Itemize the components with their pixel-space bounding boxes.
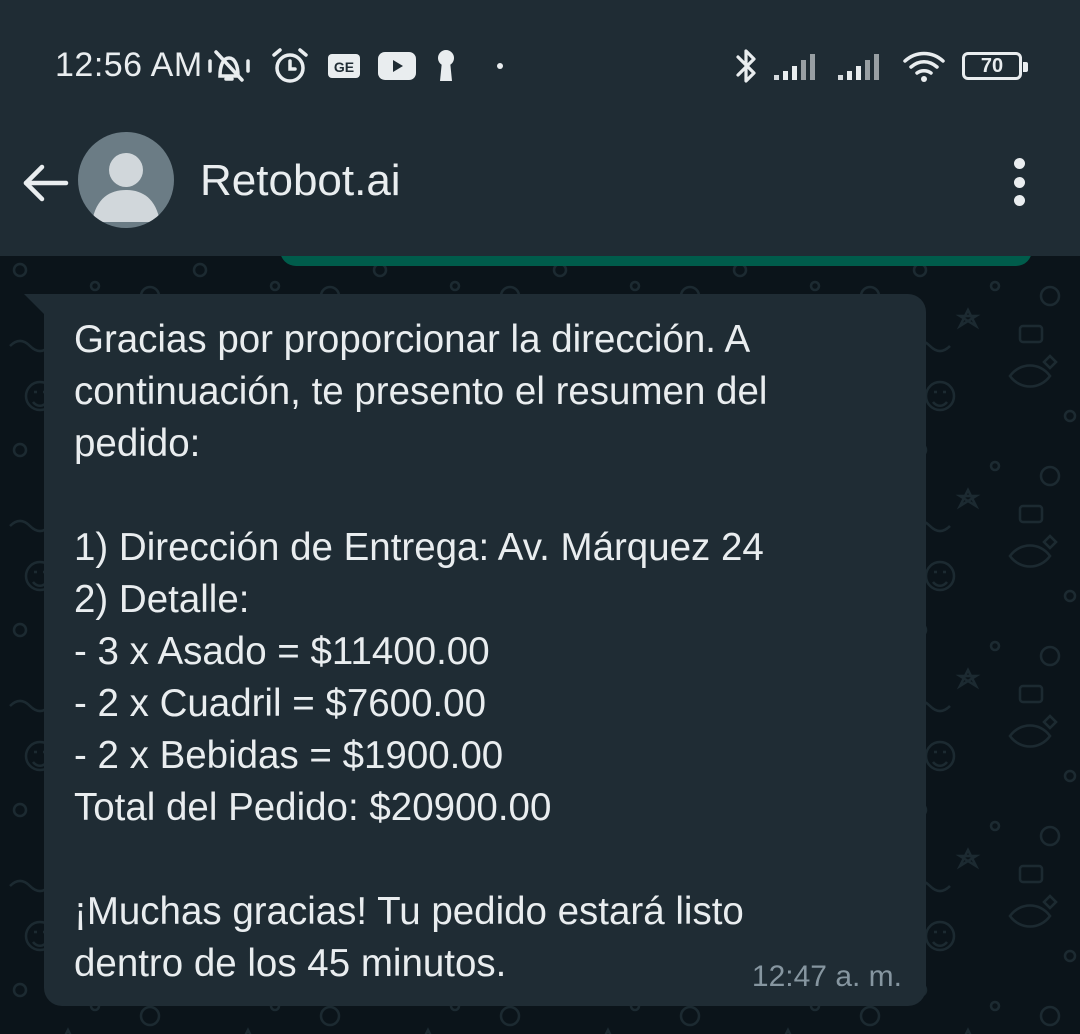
youtube-icon	[378, 52, 416, 80]
keyhole-icon	[434, 49, 458, 83]
signal-icon	[838, 51, 886, 81]
more-vertical-icon	[1013, 158, 1025, 169]
bubble-tail	[24, 294, 46, 316]
alarm-icon	[270, 47, 310, 85]
status-bar: 12:56 AM GE 70	[0, 0, 1080, 130]
battery-level: 70	[980, 54, 1004, 77]
svg-text:GE: GE	[334, 59, 354, 75]
menu-dot	[1013, 195, 1025, 206]
contact-name[interactable]: Retobot.ai	[200, 156, 401, 206]
gmail-icon: GE	[328, 54, 360, 78]
arrow-left-icon	[23, 164, 69, 202]
incoming-message[interactable]: Gracias por proporcionar la dirección. A…	[44, 294, 926, 1006]
status-icons-right: 70	[734, 44, 1028, 88]
more-options-button[interactable]	[1002, 154, 1036, 210]
avatar[interactable]	[78, 132, 174, 228]
vibrate-off-icon	[206, 48, 252, 84]
wifi-icon	[902, 49, 946, 83]
battery-icon: 70	[962, 52, 1028, 80]
status-time: 12:56 AM	[55, 46, 203, 84]
chat-area[interactable]: Gracias por proporcionar la dirección. A…	[0, 256, 1080, 1034]
dot-icon	[496, 62, 504, 70]
previous-outgoing-message[interactable]	[280, 256, 1032, 266]
default-avatar-icon	[92, 153, 160, 222]
status-icons-left: GE	[206, 44, 504, 88]
bluetooth-icon	[734, 47, 758, 85]
signal-icon	[774, 51, 822, 81]
chat-header: Retobot.ai	[0, 130, 1080, 256]
back-button[interactable]	[20, 158, 70, 208]
message-time: 12:47 a. m.	[751, 960, 902, 993]
menu-dot	[1013, 176, 1025, 188]
message-text: Gracias por proporcionar la dirección. A…	[74, 318, 768, 985]
